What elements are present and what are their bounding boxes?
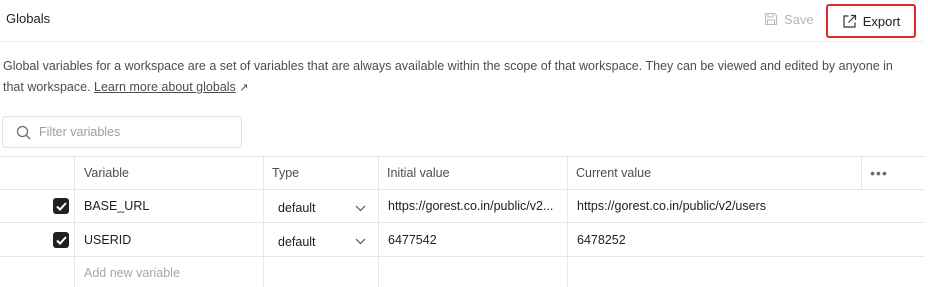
filter-box[interactable] (2, 116, 242, 148)
search-icon (16, 125, 31, 140)
new-variable-row: Add new variable (0, 257, 925, 287)
export-button[interactable]: Export (826, 4, 916, 38)
initial-value-cell[interactable]: https://gorest.co.in/public/v2... (388, 190, 553, 222)
header-type: Type (272, 166, 300, 180)
header-initial-value: Initial value (387, 166, 450, 180)
header-current-value: Current value (576, 166, 652, 180)
save-button[interactable]: Save (764, 9, 814, 29)
learn-more-link[interactable]: Learn more about globals (94, 80, 236, 94)
external-link-icon: ↗ (239, 82, 249, 94)
chevron-down-icon[interactable] (355, 192, 366, 224)
row-checkbox[interactable] (53, 232, 69, 248)
more-options-icon[interactable]: ••• (864, 157, 894, 189)
add-new-variable-input[interactable]: Add new variable (84, 257, 180, 287)
filter-input[interactable] (39, 125, 219, 139)
type-select[interactable]: default (278, 192, 316, 224)
table-row: BASE_URL default https://gorest.co.in/pu… (0, 190, 925, 223)
header-bar: Globals Save Export (0, 0, 924, 42)
variable-name-cell[interactable]: BASE_URL (84, 190, 149, 222)
table-header-row: Variable Type Initial value Current valu… (0, 157, 925, 190)
table-row: USERID default 6477542 6478252 (0, 223, 925, 257)
type-select[interactable]: default (278, 225, 316, 258)
save-icon (764, 12, 778, 26)
variables-table: Variable Type Initial value Current valu… (0, 156, 925, 287)
export-icon (842, 14, 857, 29)
current-value-cell[interactable]: 6478252 (577, 223, 626, 256)
initial-value-cell[interactable]: 6477542 (388, 223, 437, 256)
save-label: Save (784, 11, 814, 27)
chevron-down-icon[interactable] (355, 225, 366, 258)
variable-name-cell[interactable]: USERID (84, 223, 131, 256)
globals-panel: Globals Save Export Global variables for… (0, 0, 928, 287)
row-checkbox[interactable] (53, 198, 69, 214)
current-value-cell[interactable]: https://gorest.co.in/public/v2/users (577, 190, 766, 222)
page-title: Globals (6, 11, 51, 26)
description: Global variables for a workspace are a s… (3, 56, 908, 99)
header-variable: Variable (84, 166, 129, 180)
export-label: Export (862, 13, 901, 29)
